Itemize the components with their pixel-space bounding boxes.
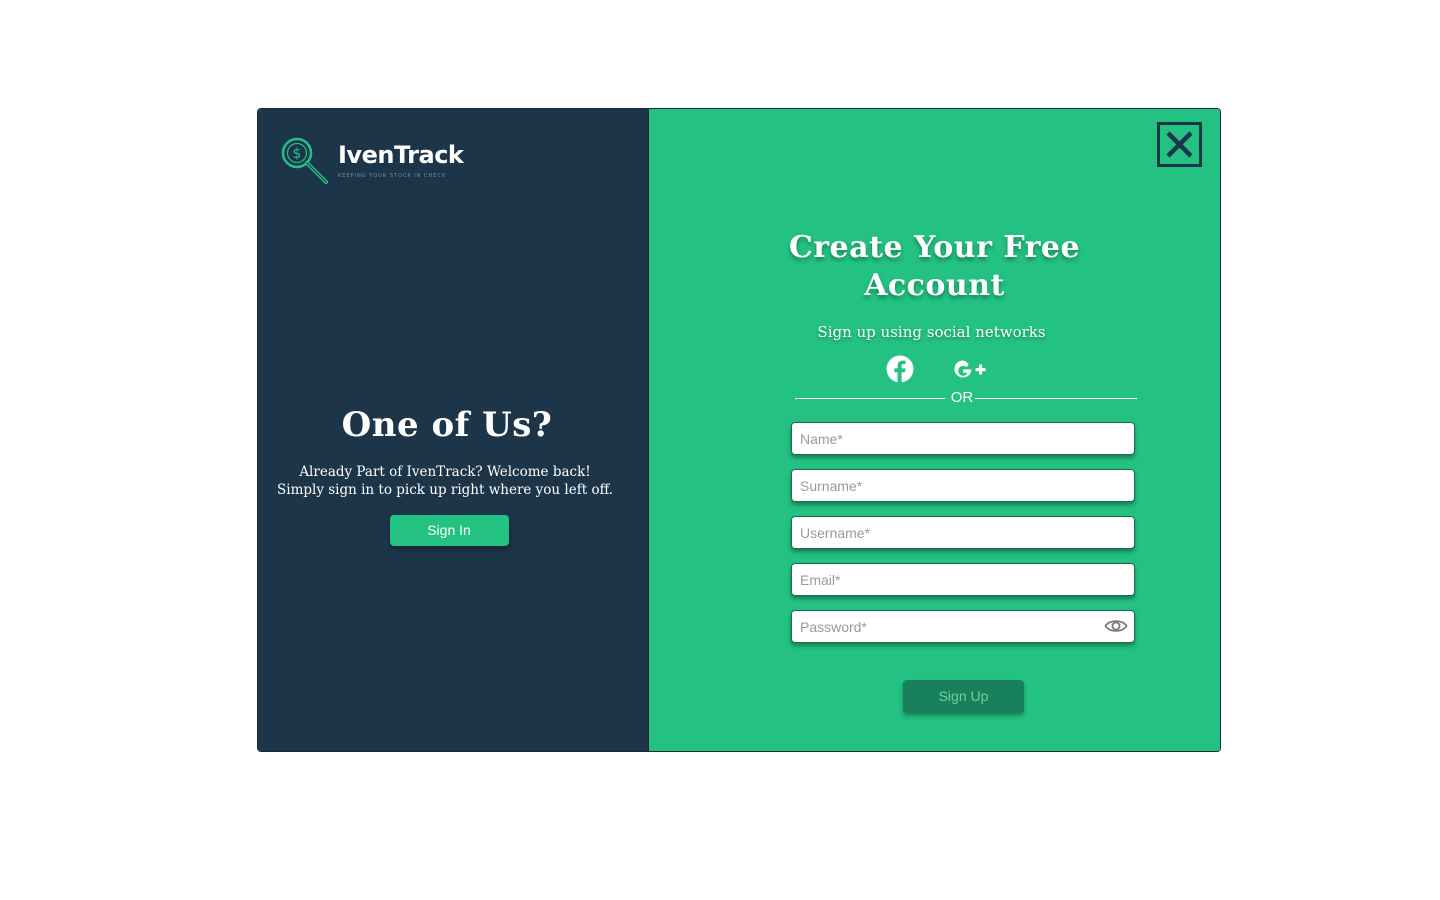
password-field[interactable]: [791, 610, 1135, 643]
brand-name: IvenTrack: [338, 141, 464, 169]
surname-input[interactable]: [792, 470, 1090, 501]
eye-icon: [1104, 620, 1128, 632]
google-plus-button[interactable]: [950, 353, 990, 385]
username-input[interactable]: [792, 517, 1090, 548]
name-field[interactable]: [791, 422, 1135, 455]
facebook-icon: [886, 355, 913, 383]
toggle-password-visibility[interactable]: [1104, 616, 1128, 636]
social-buttons: [649, 353, 1220, 385]
or-divider: OR: [795, 389, 1137, 407]
google-plus-icon: [953, 360, 986, 378]
brand-logo: $ IvenTrack KEEPING YOUR STOCK IN CHECK: [280, 136, 464, 188]
signin-title: One of Us?: [341, 405, 553, 445]
username-field[interactable]: [791, 516, 1135, 549]
sign-in-button[interactable]: Sign In: [389, 515, 509, 546]
sign-up-button[interactable]: Sign Up: [903, 680, 1024, 713]
social-caption: Sign up using social networks: [817, 323, 1046, 341]
svg-text:$: $: [293, 146, 302, 162]
close-button[interactable]: [1157, 122, 1202, 167]
signin-text-line1: Already Part of IvenTrack? Welcome back!: [299, 464, 591, 480]
signin-text-line2: Simply sign in to pick up right where yo…: [277, 482, 613, 498]
name-input[interactable]: [792, 423, 1090, 454]
signup-headline: Create Your Free Account: [649, 229, 1220, 305]
signin-description: Already Part of IvenTrack? Welcome back!…: [258, 463, 648, 499]
email-input[interactable]: [792, 564, 1090, 595]
brand-tagline: KEEPING YOUR STOCK IN CHECK: [338, 173, 447, 179]
password-input[interactable]: [792, 611, 1090, 642]
headline-line1: Create Your Free: [788, 230, 1081, 265]
divider-line-left: [795, 398, 945, 399]
email-field[interactable]: [791, 563, 1135, 596]
divider-or-text: OR: [950, 389, 974, 406]
divider-line-right: [975, 398, 1137, 399]
signup-modal: $ IvenTrack KEEPING YOUR STOCK IN CHECK …: [257, 108, 1221, 752]
close-icon: [1166, 131, 1193, 158]
signin-panel: $ IvenTrack KEEPING YOUR STOCK IN CHECK …: [258, 109, 649, 751]
signup-panel: Create Your Free Account Sign up using s…: [649, 109, 1220, 751]
magnifier-dollar-icon: $: [281, 137, 328, 184]
surname-field[interactable]: [791, 469, 1135, 502]
facebook-button[interactable]: [880, 353, 920, 385]
headline-line2: Account: [864, 268, 1005, 303]
